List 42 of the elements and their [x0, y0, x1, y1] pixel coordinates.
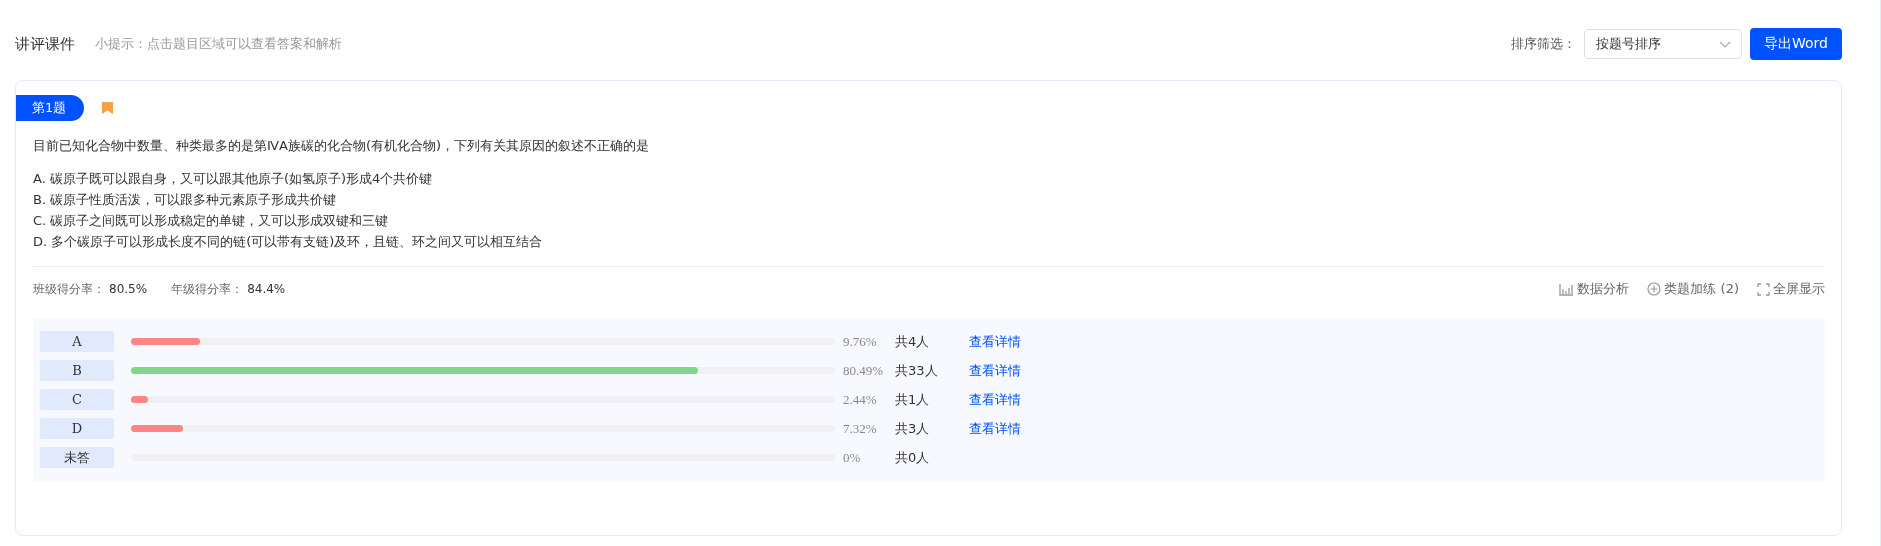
- sort-dropdown[interactable]: 按题号排序: [1584, 29, 1742, 59]
- export-button[interactable]: 导出Word: [1750, 28, 1842, 60]
- answer-option: C. 碳原子之间既可以形成稳定的单键，又可以形成双键和三键: [33, 210, 1825, 231]
- action-link[interactable]: 全屏显示: [1757, 280, 1825, 298]
- add-circle-icon: [1647, 282, 1662, 296]
- details-link[interactable]: 查看详情: [969, 361, 1021, 380]
- details-link[interactable]: 查看详情: [969, 332, 1021, 351]
- count-text: 共1人: [895, 390, 931, 409]
- class-rate-value: 80.5%: [109, 282, 148, 296]
- hint-text: 小提示：点击题目区域可以查看答案和解析: [95, 35, 342, 53]
- details-link[interactable]: 查看详情: [969, 419, 1021, 438]
- grade-rate-value: 84.4%: [247, 282, 286, 296]
- sort-label: 排序筛选：: [1511, 35, 1576, 53]
- option-label: C: [40, 389, 114, 410]
- chevron-down-icon: [1719, 40, 1731, 48]
- option-label: D: [40, 418, 114, 439]
- bookmark-icon[interactable]: [102, 102, 114, 114]
- action-link[interactable]: 数据分析: [1559, 280, 1630, 298]
- percent-text: 80.49%: [843, 362, 885, 379]
- answer-option: A. 碳原子既可以跟自身，又可以跟其他原子(如氢原子)形成4个共价键: [33, 168, 1825, 189]
- count-text: 共0人: [895, 448, 931, 467]
- percent-text: 7.32%: [843, 420, 878, 437]
- class-rate-label: 班级得分率：: [33, 280, 105, 298]
- count-text: 共3人: [895, 419, 931, 438]
- percent-text: 2.44%: [843, 391, 878, 408]
- answer-option: B. 碳原子性质活泼，可以跟多种元素原子形成共价键: [33, 189, 1825, 210]
- details-link[interactable]: 查看详情: [969, 390, 1021, 409]
- count-text: 共33人: [895, 361, 939, 380]
- grade-rate-label: 年级得分率：: [171, 280, 244, 298]
- count-text: 共4人: [895, 332, 931, 351]
- option-label: B: [40, 360, 114, 381]
- action-link[interactable]: 类题加练 (2): [1647, 280, 1739, 298]
- option-label: A: [40, 331, 114, 352]
- page-title: 讲评课件: [15, 34, 75, 54]
- percent-text: 0%: [843, 449, 862, 466]
- question-number-tag: 第1题: [16, 95, 85, 121]
- bar-chart-icon: [1559, 282, 1575, 296]
- percent-text: 9.76%: [843, 333, 878, 350]
- option-label: 未答: [40, 447, 114, 468]
- fullscreen-icon: [1757, 282, 1770, 296]
- answer-option: D. 多个碳原子可以形成长度不同的链(可以带有支链)及环，且链、环之间又可以相互结合: [33, 231, 1825, 252]
- question-text: 目前已知化合物中数量、种类最多的是第ⅣA族碳的化合物(有机化合物)，下列有关其原因的叙述不正确的是: [33, 137, 651, 155]
